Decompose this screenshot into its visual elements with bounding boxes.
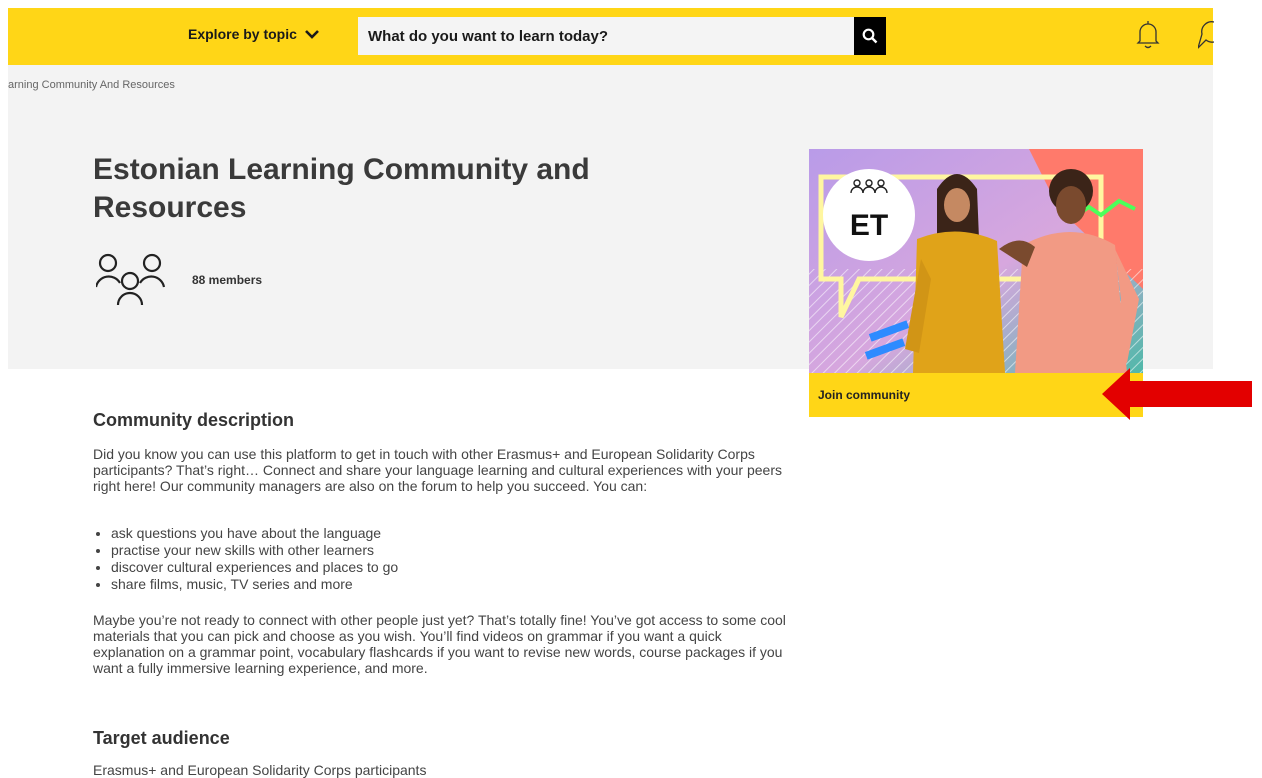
list-item: ask questions you have about the languag… — [111, 525, 398, 542]
community-image: ET — [809, 149, 1143, 373]
red-arrow-annotation — [1102, 368, 1252, 420]
community-card: ET Join community — [809, 149, 1143, 417]
top-bar: Explore by topic — [8, 8, 1214, 65]
search-icon — [862, 28, 878, 44]
members-count: 88 members — [192, 273, 263, 287]
description-heading: Community description — [93, 410, 295, 430]
search-button[interactable] — [854, 17, 886, 55]
bell-icon[interactable] — [1136, 20, 1160, 50]
list-item: discover cultural experiences and places… — [111, 559, 398, 576]
description-intro: Did you know you can use this platform t… — [93, 446, 783, 494]
description-more: Maybe you’re not ready to connect with o… — [93, 612, 786, 676]
language-code-badge: ET — [850, 209, 888, 242]
explore-label: Explore by topic — [188, 26, 297, 42]
chat-icon[interactable] — [1198, 20, 1214, 52]
search-input[interactable] — [358, 17, 854, 55]
list-item: share films, music, TV series and more — [111, 576, 398, 593]
chevron-down-icon — [305, 30, 319, 39]
page-title: Estonian Learning Community and Resource… — [93, 153, 590, 224]
list-item: practise your new skills with other lear… — [111, 542, 398, 559]
join-community-button[interactable]: Join community — [809, 373, 1143, 417]
target-audience-heading: Target audience — [93, 728, 230, 748]
explore-by-topic-button[interactable]: Explore by topic — [188, 26, 319, 42]
breadcrumb[interactable]: arning Community And Resources — [8, 79, 175, 91]
description-list: ask questions you have about the languag… — [93, 525, 398, 593]
members-icon — [96, 253, 166, 306]
target-audience-text: Erasmus+ and European Solidarity Corps p… — [93, 762, 427, 778]
